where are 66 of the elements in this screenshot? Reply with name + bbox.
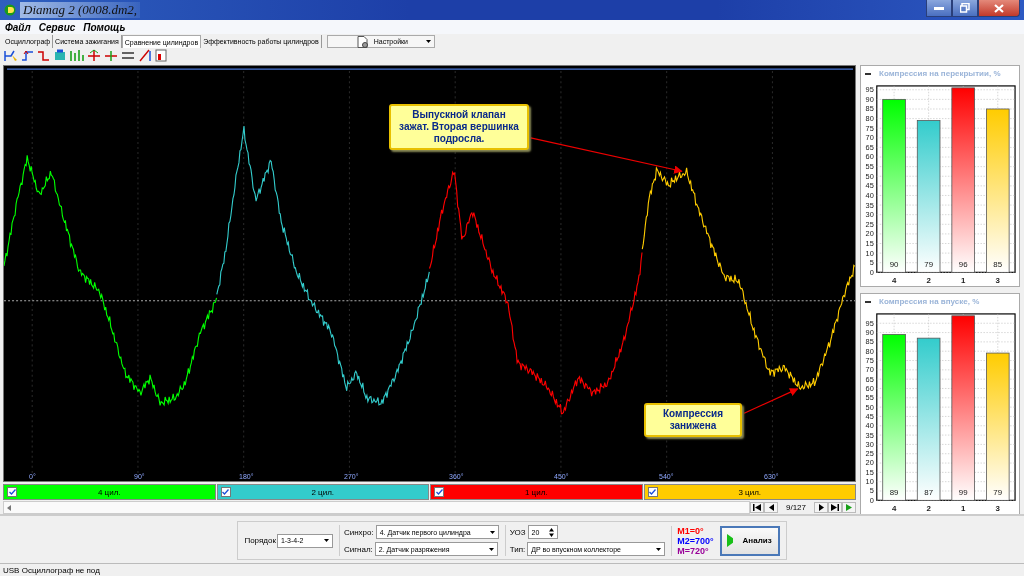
order-label: Порядок xyxy=(244,536,276,545)
restore-icon xyxy=(960,3,970,13)
page-counter: 9/127 xyxy=(785,503,807,512)
uoz-label: УОЗ xyxy=(509,527,526,537)
app-logo-icon xyxy=(4,4,16,16)
checkbox[interactable] xyxy=(434,487,444,497)
menu-item[interactable]: Помощь xyxy=(83,21,126,33)
cylinder-label: 2 цил. xyxy=(311,487,335,497)
cylinder-label: 4 цил. xyxy=(97,487,121,497)
report-icon[interactable] xyxy=(155,49,167,62)
settings-icon xyxy=(355,35,370,48)
spinner-arrows-icon xyxy=(548,527,554,537)
menu-item[interactable]: Сервис xyxy=(38,21,76,33)
callout: Выпускной клапан зажат. Вторая вершинка подросла. xyxy=(389,104,529,150)
step-up-icon[interactable] xyxy=(21,49,34,62)
check-icon xyxy=(222,489,229,495)
chart-title: Компрессия на перекрытии, % xyxy=(879,69,1001,79)
lines-icon[interactable] xyxy=(121,49,135,62)
scrollbar[interactable] xyxy=(3,501,750,514)
scale-icon[interactable] xyxy=(138,49,152,62)
caret-icon xyxy=(489,530,495,534)
right-triangle-icon xyxy=(818,504,824,511)
signal-label: Сигнал: xyxy=(343,544,373,554)
window-title: Diamag 2 (0008.dm2, xyxy=(20,2,141,18)
cylinder-label: 3 цил. xyxy=(738,487,762,497)
chart-title: Компрессия на впуске, % xyxy=(879,297,980,307)
first-button[interactable] xyxy=(750,502,764,513)
skip-end-icon xyxy=(831,504,839,511)
checkbox[interactable] xyxy=(220,487,231,497)
scroll-left-icon[interactable] xyxy=(7,504,11,511)
type-label: Тип: xyxy=(509,544,526,554)
last-button[interactable] xyxy=(828,502,842,513)
check-icon xyxy=(435,489,443,495)
marker-label: M2=700° xyxy=(677,535,714,546)
caret-icon xyxy=(323,539,329,542)
play-icon xyxy=(846,504,852,511)
check-icon xyxy=(649,489,656,495)
analyze-button[interactable]: Анализ xyxy=(719,525,780,556)
leader-line xyxy=(743,388,799,414)
next-button[interactable] xyxy=(814,502,828,513)
skip-start-icon xyxy=(753,504,761,511)
minimize-icon xyxy=(934,6,944,10)
callout: Компрессия занижена xyxy=(644,403,742,437)
cursor-icon[interactable] xyxy=(4,49,18,62)
step-down-icon[interactable] xyxy=(37,49,50,62)
collapse-icon[interactable] xyxy=(865,300,871,303)
caret-icon xyxy=(425,40,431,43)
menu-item[interactable]: Файл xyxy=(5,21,31,33)
checkbox[interactable] xyxy=(647,487,658,497)
sync-label: Синхро: xyxy=(343,527,374,537)
checkbox[interactable] xyxy=(7,487,17,497)
status-text: USB Осциллограф не под xyxy=(3,565,100,575)
left-triangle-icon xyxy=(768,504,774,511)
cylinder-label: 1 цил. xyxy=(524,487,548,497)
close-icon xyxy=(994,3,1004,13)
check-icon xyxy=(8,489,16,495)
marker-label: M1=0° xyxy=(677,525,705,536)
caret-icon xyxy=(488,547,494,551)
close-button[interactable] xyxy=(978,0,1020,17)
collapse-icon[interactable] xyxy=(865,72,871,75)
play-icon xyxy=(726,534,733,547)
marker-label: M=720° xyxy=(677,545,710,556)
maximize-button[interactable] xyxy=(952,0,978,17)
previous-button[interactable] xyxy=(764,502,778,513)
caret-icon xyxy=(656,547,662,551)
minimize-button[interactable] xyxy=(926,0,952,17)
